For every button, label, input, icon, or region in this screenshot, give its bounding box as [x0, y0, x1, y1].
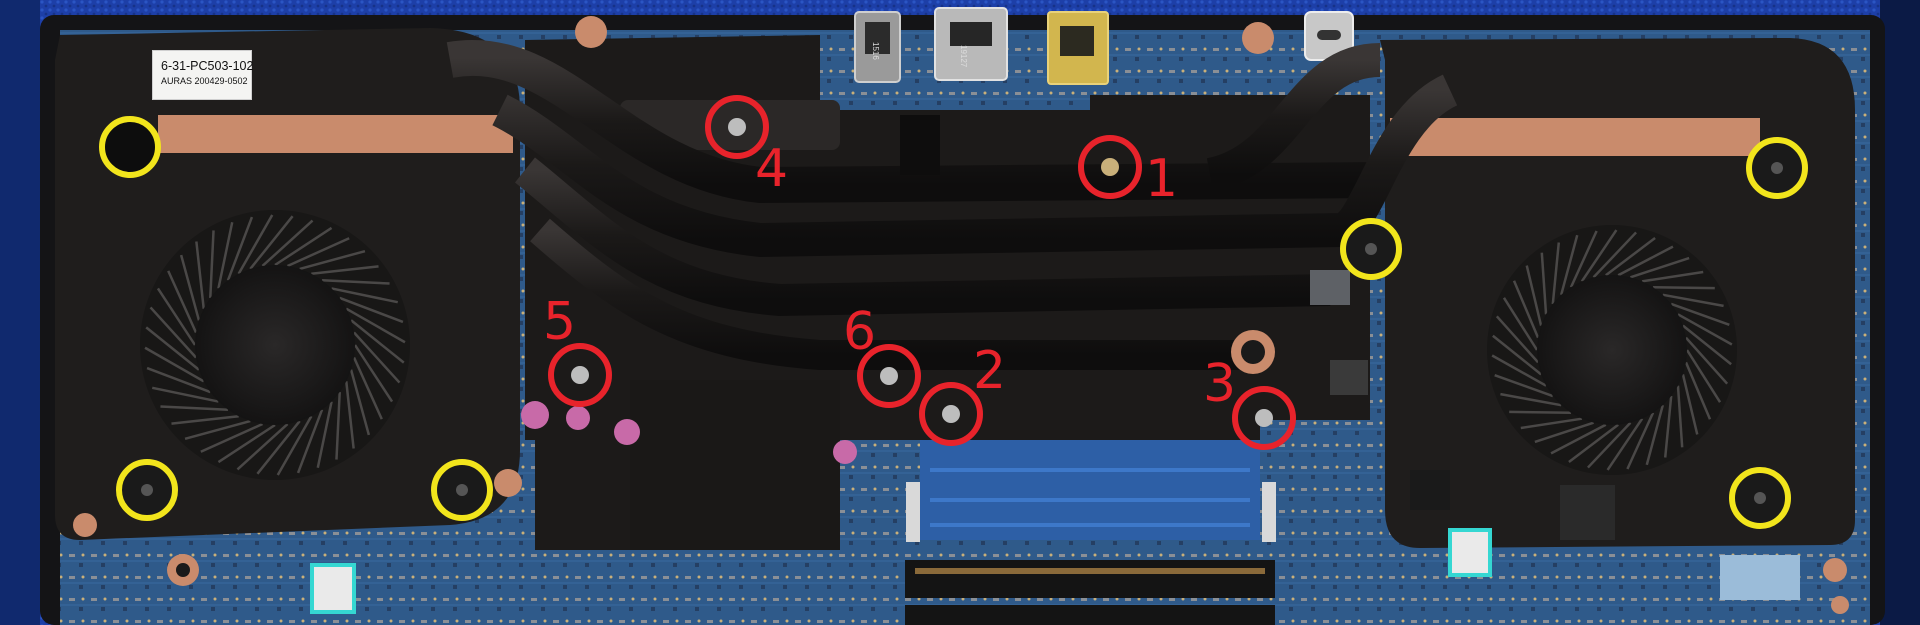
label-part-number: 6-31-PC503-102 [161, 59, 254, 73]
callout-number-2: 2 [973, 341, 1007, 401]
cyan-marker-2 [1448, 528, 1492, 577]
callout-number-4: 4 [755, 139, 789, 199]
cyan-marker-1 [310, 563, 356, 614]
callout-number-6: 6 [843, 302, 877, 362]
fan-blade [1509, 410, 1572, 415]
port-label-1: 1516 [871, 42, 880, 60]
heatsink-part-label: 6-31-PC503-102 AURAS 200429-0502 [152, 50, 254, 100]
callout-number-1: 1 [1145, 149, 1179, 209]
right-fan-assembly [1380, 38, 1855, 548]
callout-number-5: 5 [543, 292, 577, 352]
laptop-internals-photo [0, 0, 1920, 625]
label-manufacturer-code: AURAS 200429-0502 [161, 76, 248, 86]
ram-slot-area [905, 440, 1276, 625]
yellow-marker-1 [99, 116, 161, 178]
fan-blade [1652, 285, 1715, 290]
port-label-2: 19127 [959, 45, 968, 68]
callout-number-3: 3 [1203, 354, 1237, 414]
